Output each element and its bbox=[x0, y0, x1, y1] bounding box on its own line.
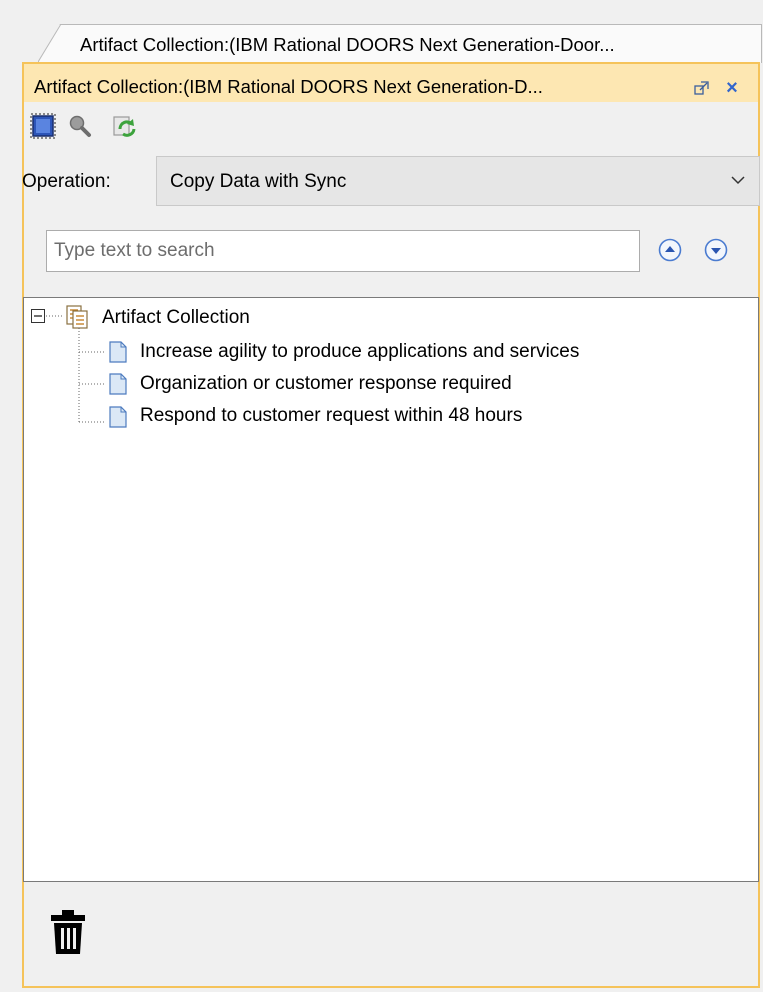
search-icon[interactable] bbox=[66, 112, 94, 140]
requirement-icon bbox=[109, 341, 127, 363]
tree-item-label[interactable]: Increase agility to produce applications… bbox=[140, 338, 579, 366]
search-placeholder[interactable]: Type text to search bbox=[54, 237, 215, 265]
requirement-icon bbox=[109, 373, 127, 395]
operation-label: Operation: bbox=[22, 171, 111, 192]
refresh-icon[interactable] bbox=[110, 112, 138, 140]
next-match-icon[interactable] bbox=[702, 236, 730, 264]
collection-icon bbox=[66, 305, 88, 329]
tree-root-label[interactable]: Artifact Collection bbox=[102, 304, 250, 332]
tree-item-label[interactable]: Respond to customer request within 48 ho… bbox=[140, 402, 522, 430]
tree-connector bbox=[46, 315, 64, 317]
select-elements-icon[interactable] bbox=[30, 112, 58, 140]
editor-tab-label[interactable]: Artifact Collection:(IBM Rational DOORS … bbox=[80, 32, 756, 58]
tab-edge bbox=[38, 24, 62, 62]
previous-match-icon[interactable] bbox=[656, 236, 684, 264]
collapse-icon[interactable] bbox=[30, 308, 46, 324]
chevron-down-icon[interactable] bbox=[728, 170, 748, 190]
tree-item-label[interactable]: Organization or customer response requir… bbox=[140, 370, 512, 398]
panel-title: Artifact Collection:(IBM Rational DOORS … bbox=[34, 76, 543, 97]
requirement-icon bbox=[109, 406, 127, 428]
trash-icon[interactable] bbox=[48, 908, 88, 956]
tree-connector bbox=[78, 328, 106, 423]
operation-value[interactable]: Copy Data with Sync bbox=[170, 166, 346, 198]
close-icon[interactable]: × bbox=[720, 76, 744, 100]
restore-icon[interactable] bbox=[692, 78, 712, 98]
